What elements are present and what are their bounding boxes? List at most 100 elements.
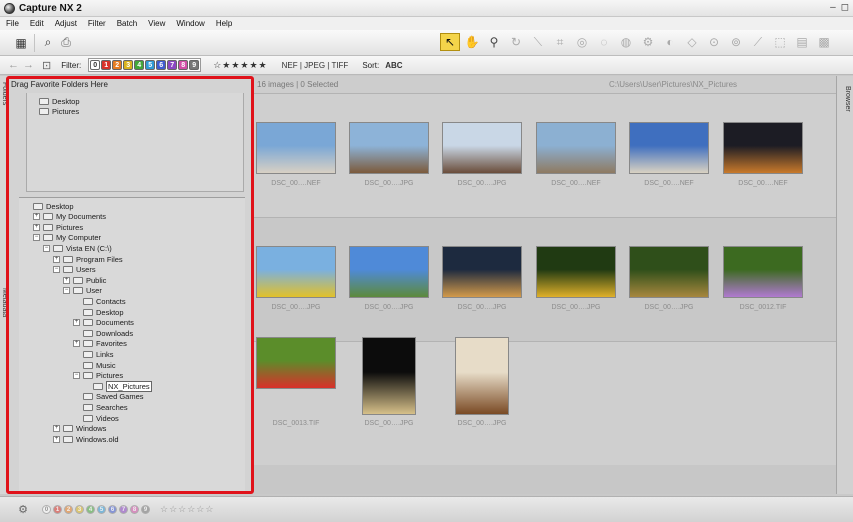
label-button[interactable]: 8 [130, 505, 139, 514]
tree-item[interactable]: − User [63, 286, 102, 296]
collapse-icon[interactable]: − [43, 244, 50, 252]
rating-buttons[interactable]: ☆☆☆☆☆☆ [160, 504, 214, 515]
tree-item[interactable]: − Vista EN (C:\) [43, 243, 112, 253]
tree-item[interactable]: Desktop [23, 201, 74, 211]
label-button[interactable]: 2 [64, 505, 73, 514]
favorites-box[interactable]: Desktop Pictures [26, 93, 244, 192]
rating-filter[interactable]: ☆★★★★★ [213, 60, 267, 71]
hand-tool-icon[interactable]: ✋ [462, 33, 482, 51]
image-thumbnail[interactable] [256, 246, 336, 298]
tree-item[interactable]: Contacts [73, 296, 126, 306]
selection-brush-icon[interactable]: ◇ [682, 33, 702, 51]
menu-adjust[interactable]: Adjust [55, 19, 77, 28]
image-thumbnail[interactable] [256, 337, 336, 389]
image-thumbnail[interactable] [256, 122, 336, 174]
direct-select-tool-icon[interactable]: ↖ [440, 33, 460, 51]
expand-icon[interactable]: + [63, 276, 70, 284]
tree-item[interactable]: Music [73, 360, 116, 370]
image-thumbnail[interactable] [362, 337, 416, 415]
browser-tab[interactable]: Browser [844, 86, 851, 112]
expand-icon[interactable]: + [53, 425, 60, 433]
control-point-icon[interactable]: ⊙ [704, 33, 724, 51]
image-thumbnail[interactable] [442, 246, 522, 298]
collapse-icon[interactable]: − [63, 287, 70, 295]
camera-browser-icon[interactable]: ⌕ [39, 34, 57, 52]
image-thumbnail[interactable] [723, 122, 803, 174]
label-filter-chip[interactable]: 0 [90, 60, 101, 70]
label-filter-chip[interactable]: 3 [123, 60, 134, 70]
menu-edit[interactable]: Edit [30, 19, 44, 28]
expand-icon[interactable]: + [53, 255, 60, 263]
marquee-icon[interactable]: ⬚ [770, 33, 790, 51]
zoom-tool-icon[interactable]: ⚲ [484, 33, 504, 51]
crop-icon[interactable]: ⌗ [550, 33, 570, 51]
label-button[interactable]: 6 [108, 505, 117, 514]
menu-filter[interactable]: Filter [88, 19, 106, 28]
image-thumbnail[interactable] [629, 122, 709, 174]
favorite-item[interactable]: Desktop [39, 96, 80, 106]
gradient-icon[interactable]: ▤ [792, 33, 812, 51]
straighten-icon[interactable]: ⟍ [528, 33, 548, 51]
image-thumbnail[interactable] [536, 246, 616, 298]
tree-item[interactable]: + Favorites [73, 339, 127, 349]
label-button[interactable]: 5 [97, 505, 106, 514]
tree-item[interactable]: + Pictures [33, 222, 83, 232]
tree-item[interactable]: − Users [53, 265, 96, 275]
image-thumbnail[interactable] [723, 246, 803, 298]
tree-item[interactable]: + Public [63, 275, 106, 285]
fill-icon[interactable]: ▩ [814, 33, 834, 51]
collapse-icon[interactable]: − [73, 372, 80, 380]
tree-item[interactable]: Saved Games [73, 392, 144, 402]
file-format-filter[interactable]: NEF | JPEG | TIFF [282, 61, 349, 70]
tree-item[interactable]: + Windows.old [53, 434, 119, 444]
image-thumbnail[interactable] [349, 246, 429, 298]
label-button[interactable]: 1 [53, 505, 62, 514]
grid-view-icon[interactable]: ▦ [12, 34, 30, 52]
image-thumbnail[interactable] [349, 122, 429, 174]
label-filter-chip[interactable]: 4 [134, 60, 145, 70]
auto-retouch-icon[interactable]: ◐ [660, 33, 680, 51]
menu-file[interactable]: File [6, 19, 19, 28]
expand-icon[interactable]: + [53, 435, 60, 443]
expand-icon[interactable]: + [33, 213, 40, 221]
menu-view[interactable]: View [148, 19, 165, 28]
settings-gear-icon[interactable]: ⚙ [14, 501, 32, 519]
label-button[interactable]: 7 [119, 505, 128, 514]
back-arrow-icon[interactable]: ← [8, 59, 19, 71]
up-folder-icon[interactable]: ⊡ [42, 59, 51, 72]
label-button[interactable]: 3 [75, 505, 84, 514]
label-button[interactable]: 0 [42, 505, 51, 514]
tree-item[interactable]: + Documents [73, 318, 134, 328]
label-filter-chip[interactable]: 1 [101, 60, 112, 70]
image-thumbnail[interactable] [455, 337, 509, 415]
lasso-icon[interactable]: ⟋ [748, 33, 768, 51]
gray-point-icon[interactable]: ⚙ [638, 33, 658, 51]
forward-arrow-icon[interactable]: → [23, 59, 34, 71]
label-button[interactable]: 4 [86, 505, 95, 514]
menu-help[interactable]: Help [216, 19, 232, 28]
expand-icon[interactable]: + [73, 319, 80, 327]
image-thumbnail[interactable] [442, 122, 522, 174]
image-thumbnail[interactable] [629, 246, 709, 298]
color-control-point-icon[interactable]: ⊚ [726, 33, 746, 51]
tree-item[interactable]: − My Computer [33, 233, 101, 243]
label-filter-chip[interactable]: 2 [112, 60, 123, 70]
label-filter-chip[interactable]: 8 [178, 60, 189, 70]
tree-item[interactable]: Downloads [73, 328, 133, 338]
folders-tab[interactable]: Folders [1, 82, 8, 105]
collapse-icon[interactable]: − [33, 234, 40, 242]
tree-item[interactable]: + My Documents [33, 212, 106, 222]
menu-batch[interactable]: Batch [117, 19, 137, 28]
minimize-button[interactable]: – [830, 2, 836, 13]
tree-item[interactable]: Desktop [73, 307, 124, 317]
label-filter-chip[interactable]: 5 [145, 60, 156, 70]
print-icon[interactable]: ⎙ [57, 34, 75, 52]
tree-item[interactable]: Searches [73, 402, 128, 412]
tree-item[interactable]: + Windows [53, 424, 106, 434]
metadata-tab[interactable]: Metadata [1, 288, 8, 317]
label-filter-chip[interactable]: 9 [189, 60, 200, 70]
tree-item[interactable]: − Pictures [73, 371, 123, 381]
black-point-icon[interactable]: ◌ [594, 33, 614, 51]
red-eye-icon[interactable]: ◎ [572, 33, 592, 51]
tree-item[interactable]: Videos [73, 413, 119, 423]
